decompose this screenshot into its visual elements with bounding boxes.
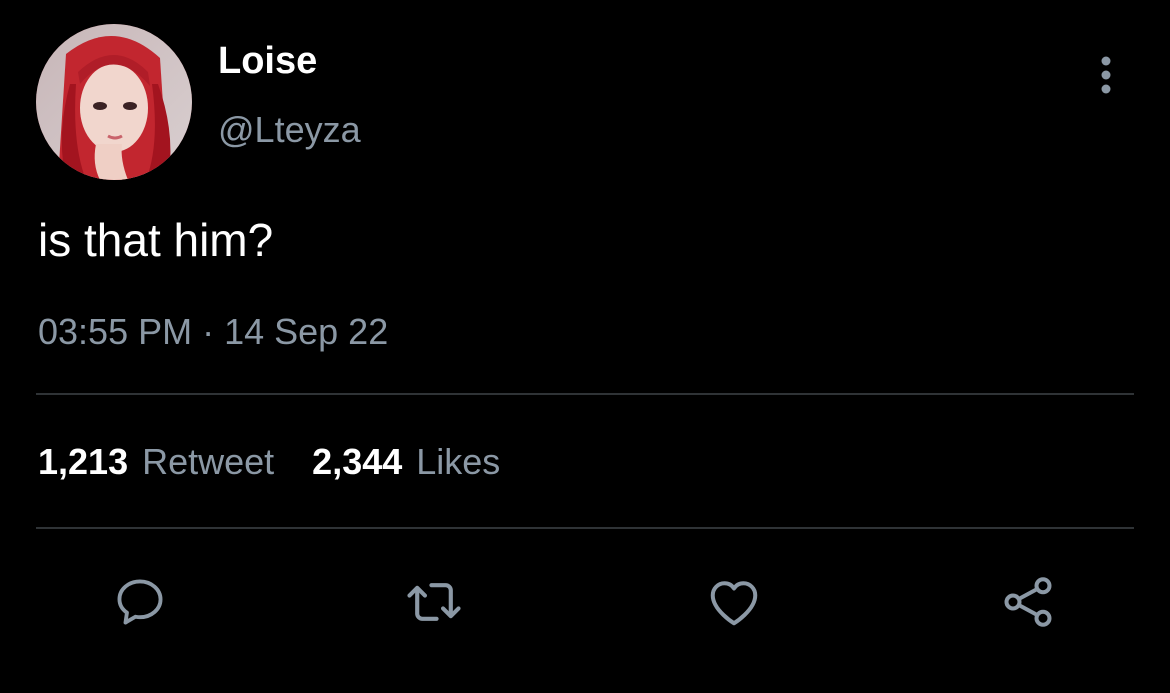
likes-stat[interactable]: 2,344 Likes [312, 440, 500, 484]
retweets-count: 1,213 [38, 441, 129, 482]
tweet-stats: 1,213 Retweet 2,344 Likes [38, 440, 500, 484]
likes-count: 2,344 [312, 441, 403, 482]
retweets-label: Retweet [142, 441, 275, 482]
avatar[interactable] [36, 24, 192, 180]
more-options-button[interactable] [1088, 52, 1124, 98]
likes-label: Likes [416, 441, 501, 482]
user-handle[interactable]: @Lteyza [218, 108, 361, 152]
reply-button[interactable] [106, 568, 174, 636]
retweet-icon [407, 583, 461, 621]
display-name[interactable]: Loise [218, 38, 317, 84]
more-vertical-icon [1101, 56, 1111, 94]
retweets-stat[interactable]: 1,213 Retweet [38, 440, 274, 484]
heart-icon [710, 581, 758, 626]
share-button[interactable] [994, 568, 1062, 636]
reply-icon [117, 579, 163, 625]
tweet-timestamp[interactable]: 03:55 PM · 14 Sep 22 [38, 310, 388, 354]
share-icon [1004, 577, 1052, 627]
divider [36, 393, 1134, 395]
retweet-button[interactable] [400, 568, 468, 636]
like-button[interactable] [700, 568, 768, 636]
tweet-text: is that him? [38, 214, 274, 266]
divider [36, 527, 1134, 529]
